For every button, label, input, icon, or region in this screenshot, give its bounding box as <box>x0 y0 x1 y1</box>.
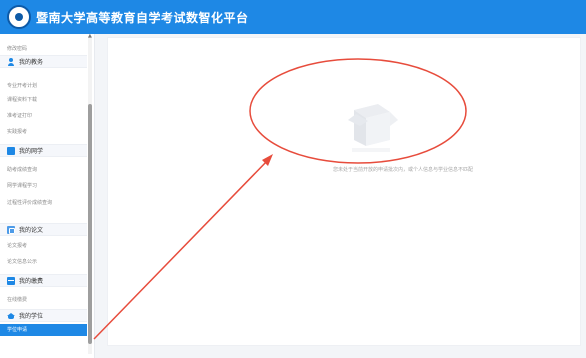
thesis-icon <box>7 225 15 234</box>
sidebar-group-label: 我的论文 <box>19 227 44 234</box>
sidebar-item-course-download[interactable]: 课程资料下载 <box>0 96 87 104</box>
sidebar-item-online-courses[interactable]: 网学课程学习 <box>0 182 87 190</box>
app-title: 暨南大学高等教育自学考试数智化平台 <box>36 11 249 25</box>
empty-state-message: 您未处于当前开放的申请批次内，或个人信息与学业信息不匹配 <box>332 167 473 173</box>
sidebar-item-degree-apply[interactable]: 学位申请 <box>0 324 87 336</box>
sidebar-menu: ▲ 修改密码 我的教务 专业开考计划 课程资料下载 准考证打印 实践报考 我的网… <box>0 34 95 358</box>
sidebar-item-admission-ticket[interactable]: 准考证打印 <box>0 112 87 120</box>
degree-cap-icon <box>7 312 15 320</box>
university-seal-icon <box>7 5 31 29</box>
sidebar-item-process-evaluation[interactable]: 过程性评价成绩查询 <box>0 199 70 207</box>
sidebar-group-online-study[interactable]: 我的网学 <box>0 144 87 157</box>
sidebar-group-label: 我的网学 <box>19 148 44 155</box>
sidebar-group-label: 我的缴费 <box>19 278 44 285</box>
sidebar-group-thesis[interactable]: 我的论文 <box>0 223 87 236</box>
sidebar-group-academic[interactable]: 我的教务 <box>0 55 87 68</box>
online-study-icon <box>7 146 15 155</box>
sidebar-item-practice-exam[interactable]: 实践报考 <box>0 128 87 136</box>
empty-box-icon <box>348 104 398 152</box>
sidebar-item-online-payment[interactable]: 在线缴费 <box>0 296 87 304</box>
sidebar-group-payment[interactable]: 我的缴费 <box>0 274 87 287</box>
sidebar-scrollbar-thumb[interactable] <box>88 104 92 344</box>
sidebar-item-score-query[interactable]: 助考成绩查询 <box>0 166 87 174</box>
sidebar-item-thesis-apply[interactable]: 论文报考 <box>0 242 87 250</box>
sidebar-item-change-password[interactable]: 修改密码 <box>0 45 87 53</box>
user-icon <box>7 57 15 66</box>
sidebar-item-thesis-public[interactable]: 论文信息公示 <box>0 258 87 266</box>
sidebar-group-degree[interactable]: 我的学位 <box>0 309 87 322</box>
main-content: 您未处于当前开放的申请批次内，或个人信息与学业信息不匹配 <box>95 34 586 358</box>
top-header-bar: 暨南大学高等教育自学考试数智化平台 <box>0 0 586 34</box>
sidebar-group-label: 我的教务 <box>19 59 44 66</box>
scroll-up-icon[interactable]: ▲ <box>88 34 92 39</box>
payment-icon <box>7 276 15 285</box>
sidebar-group-label: 我的学位 <box>19 313 44 320</box>
content-panel: 您未处于当前开放的申请批次内，或个人信息与学业信息不匹配 <box>107 37 581 346</box>
app-window: 暨南大学高等教育自学考试数智化平台 ▲ 修改密码 我的教务 专业开考计划 课程资… <box>0 0 586 358</box>
sidebar-item-exam-plan[interactable]: 专业开考计划 <box>0 82 87 90</box>
